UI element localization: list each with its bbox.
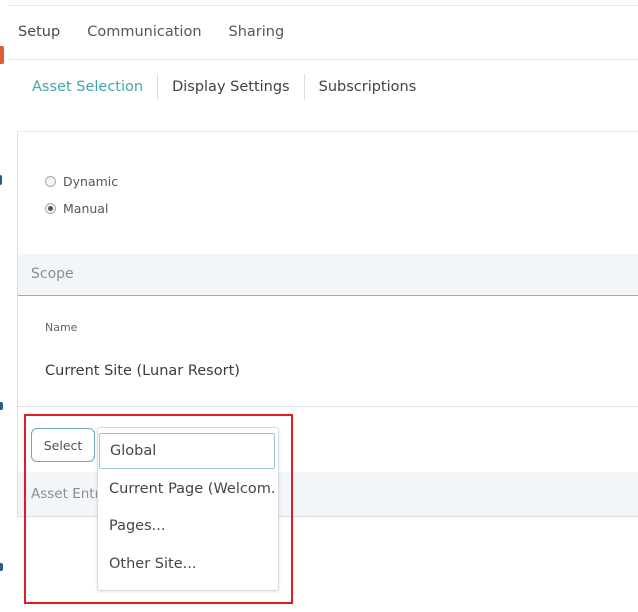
subtab-asset-selection[interactable]: Asset Selection xyxy=(18,74,159,100)
tab-communication[interactable]: Communication xyxy=(87,22,201,42)
tab-sharing[interactable]: Sharing xyxy=(229,22,285,42)
select-button[interactable]: Select xyxy=(31,428,95,462)
radio-manual[interactable]: Manual xyxy=(45,201,108,216)
top-border xyxy=(8,5,638,6)
sub-tabs: Asset Selection Display Settings Subscri… xyxy=(18,74,430,100)
main-tabs: Setup Communication Sharing xyxy=(18,22,311,42)
radio-checked-icon xyxy=(45,203,56,214)
subtab-subscriptions[interactable]: Subscriptions xyxy=(305,74,431,100)
radio-dynamic-label: Dynamic xyxy=(63,174,119,189)
dropdown-item-pages[interactable]: Pages... xyxy=(99,508,275,544)
name-column-header: Name xyxy=(45,321,78,334)
select-dropdown-menu: Global Current Page (Welcom... Pages... … xyxy=(97,427,279,591)
radio-icon xyxy=(45,176,56,187)
radio-dynamic[interactable]: Dynamic xyxy=(45,174,118,189)
asset-entries-title: Asset Entr xyxy=(31,486,101,502)
tabs-divider xyxy=(8,59,638,60)
scope-name-value: Current Site (Lunar Resort) xyxy=(45,363,240,379)
tab-setup[interactable]: Setup xyxy=(18,22,60,42)
row-divider xyxy=(18,406,638,407)
scope-title: Scope xyxy=(31,266,74,282)
radio-manual-label: Manual xyxy=(63,201,109,216)
subtab-display-settings[interactable]: Display Settings xyxy=(158,74,305,100)
dropdown-item-other-site[interactable]: Other Site... xyxy=(99,546,275,582)
left-edge-mark xyxy=(0,46,4,64)
left-edge-strip xyxy=(0,0,8,612)
dropdown-item-current-page[interactable]: Current Page (Welcom... xyxy=(99,471,275,507)
scope-section-header[interactable]: Scope xyxy=(18,254,638,296)
left-edge-mark xyxy=(0,402,3,410)
left-edge-mark xyxy=(0,175,2,185)
dropdown-item-global[interactable]: Global xyxy=(99,433,275,469)
left-edge-mark xyxy=(0,563,3,571)
